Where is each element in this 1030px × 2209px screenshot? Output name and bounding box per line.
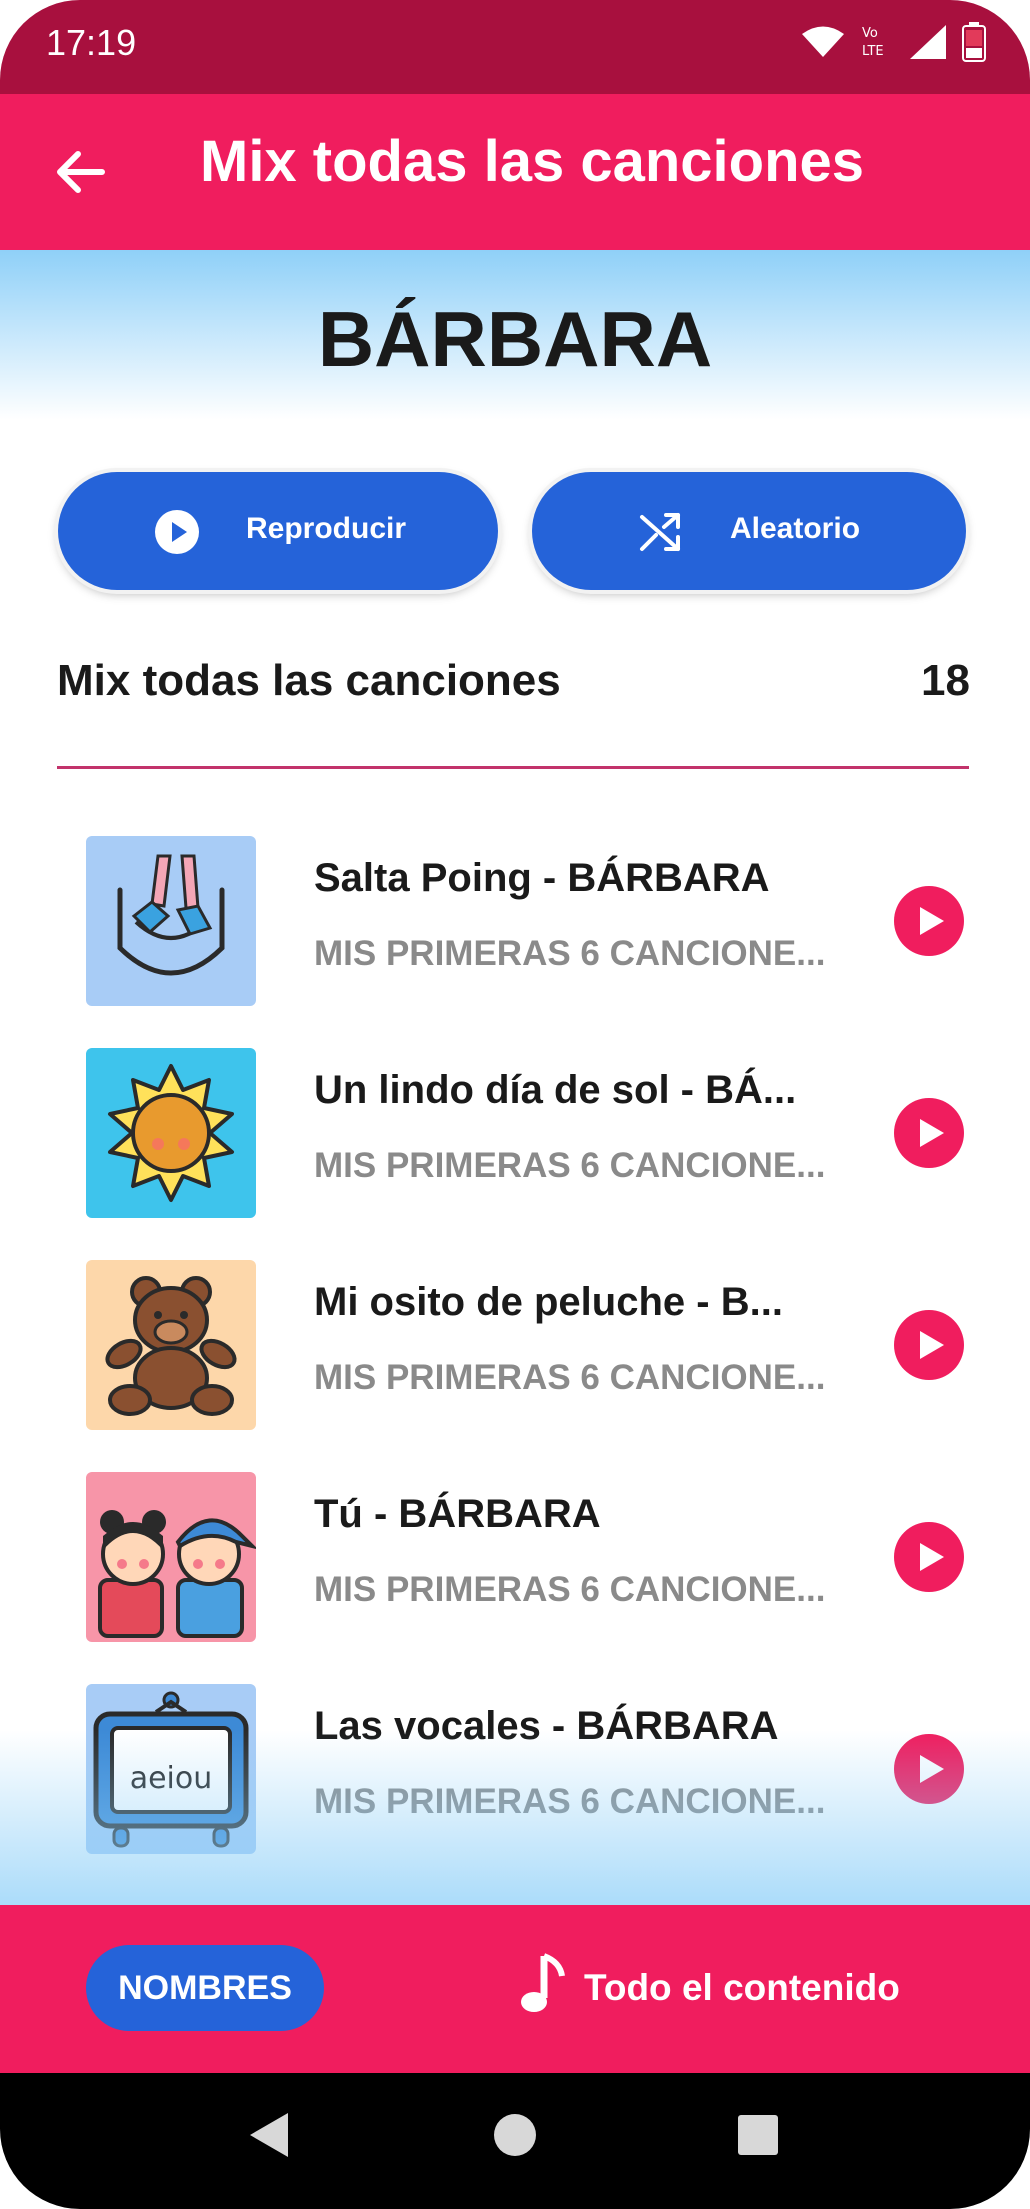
all-content-label: Todo el contenido bbox=[584, 1967, 900, 2008]
shuffle-button-label: Aleatorio bbox=[730, 512, 861, 545]
play-circle-icon[interactable] bbox=[894, 1734, 964, 1804]
song-title: Un lindo día de sol - BÁ... bbox=[314, 1068, 797, 1112]
list-item[interactable]: Salta Poing - BÁRBARA MIS PRIMERAS 6 CAN… bbox=[0, 836, 1030, 1016]
list-item[interactable]: Un lindo día de sol - BÁ... MIS PRIMERAS… bbox=[0, 1048, 1030, 1228]
shuffle-icon bbox=[638, 509, 684, 555]
song-count: 18 bbox=[921, 656, 970, 705]
play-circle-icon bbox=[154, 509, 200, 555]
song-album: MIS PRIMERAS 6 CANCIONE... bbox=[314, 934, 826, 973]
song-album: MIS PRIMERAS 6 CANCIONE... bbox=[314, 1358, 826, 1397]
status-icons: Vo LTE bbox=[800, 22, 986, 66]
vowels-text: aeiou bbox=[130, 1761, 213, 1796]
battery-icon bbox=[962, 22, 986, 66]
play-circle-icon[interactable] bbox=[894, 1098, 964, 1168]
sun-icon bbox=[86, 1048, 256, 1218]
vowels-tv-icon: aeiou bbox=[86, 1684, 256, 1854]
home-circle-icon[interactable] bbox=[492, 2111, 538, 2163]
song-title: Mi osito de peluche - B... bbox=[314, 1280, 783, 1324]
divider bbox=[57, 766, 969, 769]
list-item[interactable]: Tú - BÁRBARA MIS PRIMERAS 6 CANCIONE... bbox=[0, 1472, 1030, 1652]
hero-header: BÁRBARA bbox=[0, 250, 1030, 420]
page-title: Mix todas las canciones bbox=[200, 129, 865, 194]
music-note-icon bbox=[520, 1952, 566, 2025]
section-title: Mix todas las canciones bbox=[57, 656, 561, 705]
shuffle-button[interactable]: Aleatorio bbox=[532, 472, 966, 590]
song-title: Salta Poing - BÁRBARA bbox=[314, 856, 770, 900]
play-button-label: Reproducir bbox=[246, 512, 407, 545]
song-album: MIS PRIMERAS 6 CANCIONE... bbox=[314, 1146, 826, 1185]
list-item[interactable]: aeiou Las vocales - BÁRBARA MIS PRIMERAS… bbox=[0, 1684, 1030, 1864]
svg-text:LTE: LTE bbox=[862, 44, 884, 59]
status-bar: 17:19 Vo LTE bbox=[0, 0, 1030, 94]
teddy-bear-icon bbox=[86, 1260, 256, 1430]
kids-icon bbox=[86, 1472, 256, 1642]
names-button[interactable]: NOMBRES bbox=[86, 1945, 324, 2031]
child-name: BÁRBARA bbox=[317, 295, 713, 383]
arrow-left-icon[interactable] bbox=[52, 144, 108, 200]
song-album: MIS PRIMERAS 6 CANCIONE... bbox=[314, 1782, 826, 1821]
system-nav-bar bbox=[0, 2073, 1030, 2209]
song-title: Las vocales - BÁRBARA bbox=[314, 1704, 779, 1748]
play-button[interactable]: Reproducir bbox=[58, 472, 498, 590]
signal-icon bbox=[908, 23, 948, 65]
all-content-button[interactable]: Todo el contenido bbox=[520, 1945, 900, 2031]
list-item[interactable]: Mi osito de peluche - B... MIS PRIMERAS … bbox=[0, 1260, 1030, 1440]
recents-square-icon[interactable] bbox=[736, 2111, 780, 2163]
bottom-nav: NOMBRES Todo el contenido bbox=[0, 1905, 1030, 2073]
song-album: MIS PRIMERAS 6 CANCIONE... bbox=[314, 1570, 826, 1609]
status-time: 17:19 bbox=[46, 22, 137, 63]
song-title: Tú - BÁRBARA bbox=[314, 1492, 601, 1536]
svg-text:Vo: Vo bbox=[862, 26, 878, 41]
play-circle-icon[interactable] bbox=[894, 1522, 964, 1592]
back-triangle-icon[interactable] bbox=[248, 2111, 290, 2163]
volte-icon: Vo LTE bbox=[860, 23, 894, 65]
app-bar: Mix todas las canciones bbox=[0, 94, 1030, 250]
play-circle-icon[interactable] bbox=[894, 886, 964, 956]
wifi-icon bbox=[800, 25, 846, 63]
play-circle-icon[interactable] bbox=[894, 1310, 964, 1380]
jumping-feet-icon bbox=[86, 836, 256, 1006]
phone-screen: 17:19 Vo LTE Mix todas las canciones BÁRB… bbox=[0, 0, 1030, 2209]
